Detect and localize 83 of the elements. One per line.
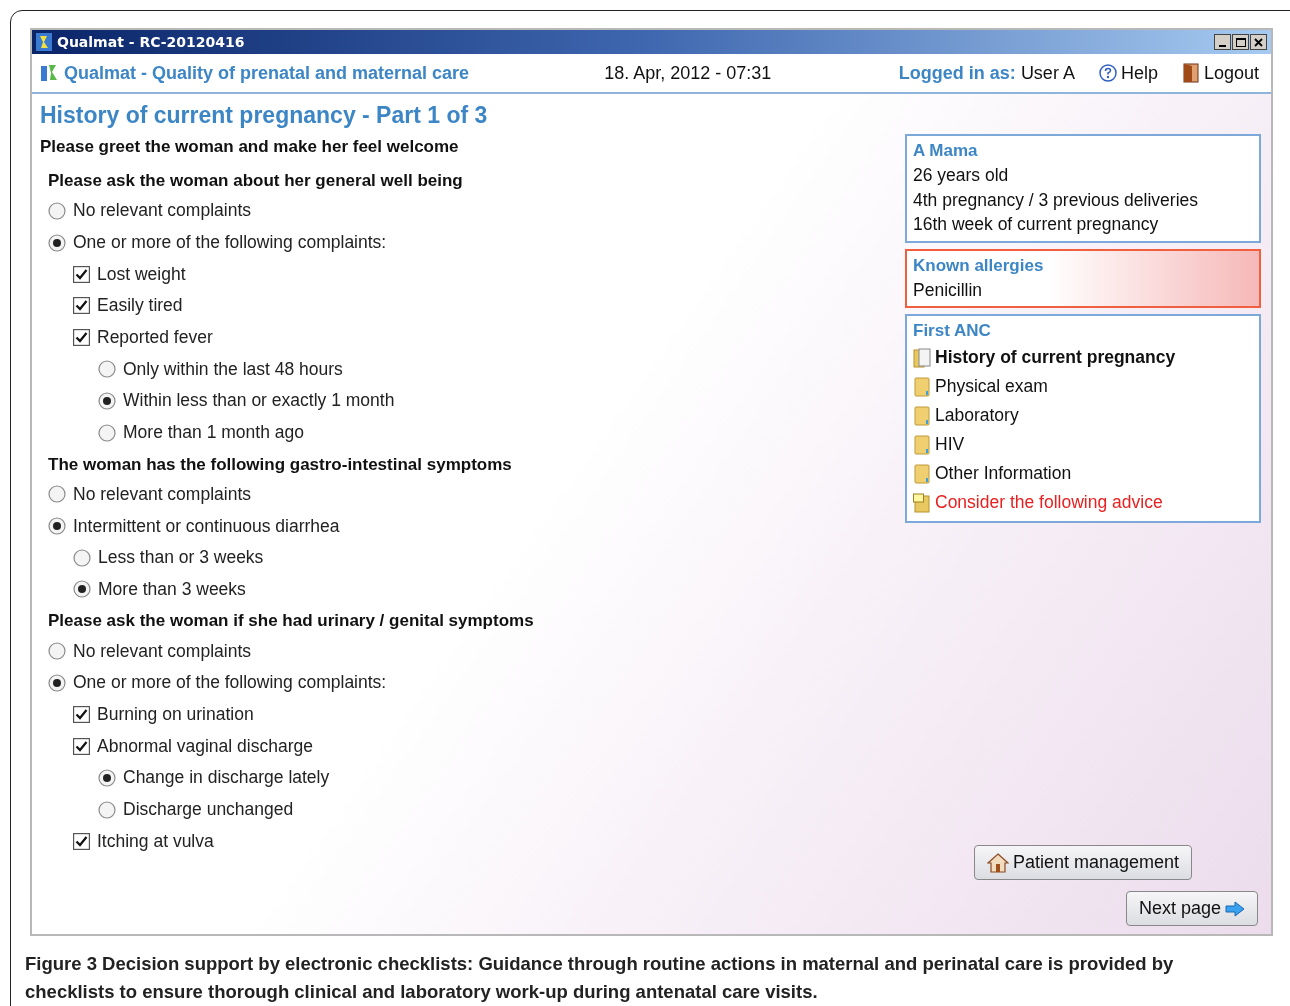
minimize-icon [1219, 44, 1226, 47]
minimize-button[interactable] [1214, 34, 1231, 50]
figure-caption: Figure 3 Decision support by electronic checklists: Guidance through routine actions in maternal and perinatal care is provided by checklists to ensure thorough clinical and laboratory work-up during antenatal care visits. [25, 952, 1175, 1004]
maximize-button[interactable] [1232, 34, 1249, 50]
option-label: No relevant complaints [73, 483, 251, 505]
allergy-item: Penicillin [913, 278, 984, 302]
radio-button[interactable] [98, 800, 116, 819]
window-title: Qualmat - RC-20120416 [57, 34, 245, 50]
door-icon [1181, 63, 1200, 83]
checkbox[interactable] [73, 265, 90, 283]
logo-icon [40, 63, 58, 83]
instruction-text: Please greet the woman and make her feel welcome [40, 137, 460, 157]
login-status: Logged in as: User A [898, 62, 1075, 84]
nav-item[interactable]: Consider the following advice [913, 488, 1253, 517]
option-label: Only within the last 48 hours [123, 358, 343, 380]
nav-item[interactable]: History of current pregnancy [913, 343, 1253, 372]
option-label: Discharge unchanged [123, 799, 294, 821]
radio-button[interactable] [48, 517, 66, 536]
maximize-icon [1235, 37, 1246, 47]
date-time: 18. Apr, 2012 - 07:31 [604, 62, 772, 84]
option-label: Abnormal vaginal discharge [97, 735, 313, 757]
help-icon [1098, 64, 1117, 82]
radio-button[interactable] [98, 391, 116, 410]
option-label: More than 3 weeks [98, 578, 246, 600]
close-icon [1254, 37, 1263, 47]
option-label: Burning on urination [97, 703, 254, 725]
allergy-title: Known allergies [913, 254, 1045, 277]
patient-name: A Mama [913, 140, 979, 162]
radio-button[interactable] [48, 673, 66, 692]
option-label: Within less than or exactly 1 month [123, 390, 395, 412]
radio-button[interactable] [48, 201, 66, 220]
checkbox[interactable] [73, 737, 90, 755]
close-button[interactable] [1250, 34, 1267, 50]
patient-detail: 26 years old [913, 164, 1010, 187]
option-label: One or more of the following complaints: [73, 232, 387, 254]
option-label: More than 1 month ago [123, 422, 304, 444]
folder-icon [913, 405, 931, 426]
option-label: Easily tired [97, 295, 183, 317]
page-title: History of current pregnancy - Part 1 of 3 [40, 102, 489, 129]
next-page-button[interactable]: Next page [1125, 891, 1258, 926]
radio-button[interactable] [98, 768, 116, 787]
option-label: One or more of the following complaints: [73, 672, 387, 694]
patient-detail: 16th week of current pregnancy [913, 213, 1160, 236]
radio-button[interactable] [98, 360, 116, 379]
radio-button[interactable] [98, 423, 116, 442]
checkbox[interactable] [73, 329, 90, 347]
checkbox[interactable] [73, 832, 90, 850]
folder-icon [913, 434, 931, 455]
nav-item[interactable]: Laboratory [913, 401, 1253, 430]
checkbox[interactable] [73, 705, 90, 723]
nav-item[interactable]: Other Information [913, 459, 1253, 488]
app-name: Qualmat - Quality of prenatal and maternal care [64, 62, 470, 84]
open-folder-icon [913, 347, 931, 368]
house-icon [986, 852, 1009, 873]
arrow-right-icon [1225, 900, 1245, 917]
radio-button[interactable] [73, 548, 91, 567]
option-label: No relevant complaints [73, 200, 251, 222]
radio-button[interactable] [48, 642, 66, 661]
folder-icon [913, 463, 931, 484]
option-label: Lost weight [97, 263, 186, 285]
radio-button[interactable] [48, 233, 66, 252]
help-link[interactable]: Help [1098, 62, 1158, 84]
section-heading: Please ask the woman if she had urinary / genital symptoms [48, 611, 535, 632]
option-label: Intermittent or continuous diarrhea [73, 515, 340, 537]
logout-link[interactable]: Logout [1181, 62, 1259, 84]
nav-item[interactable]: HIV [913, 430, 1253, 459]
option-label: Change in discharge lately [123, 767, 330, 789]
patient-management-button[interactable]: Patient management [973, 845, 1192, 880]
checkbox[interactable] [73, 297, 90, 315]
visit-title: First ANC [913, 320, 992, 342]
option-label: Reported fever [97, 327, 213, 349]
radio-button[interactable] [73, 580, 91, 599]
folder-icon [913, 376, 931, 397]
section-heading: Please ask the woman about her general well being [48, 171, 464, 191]
patient-detail: 4th pregnancy / 3 previous deliveries [913, 188, 1200, 212]
option-label: Itching at vulva [97, 830, 214, 852]
option-label: No relevant complaints [73, 640, 251, 662]
radio-button[interactable] [48, 485, 66, 504]
nav-item[interactable]: Physical exam [913, 372, 1253, 401]
option-label: Less than or 3 weeks [98, 547, 264, 569]
note-folder-icon [913, 492, 931, 513]
logo-icon [36, 33, 52, 51]
section-heading: The woman has the following gastro-intestinal symptoms [48, 454, 513, 475]
